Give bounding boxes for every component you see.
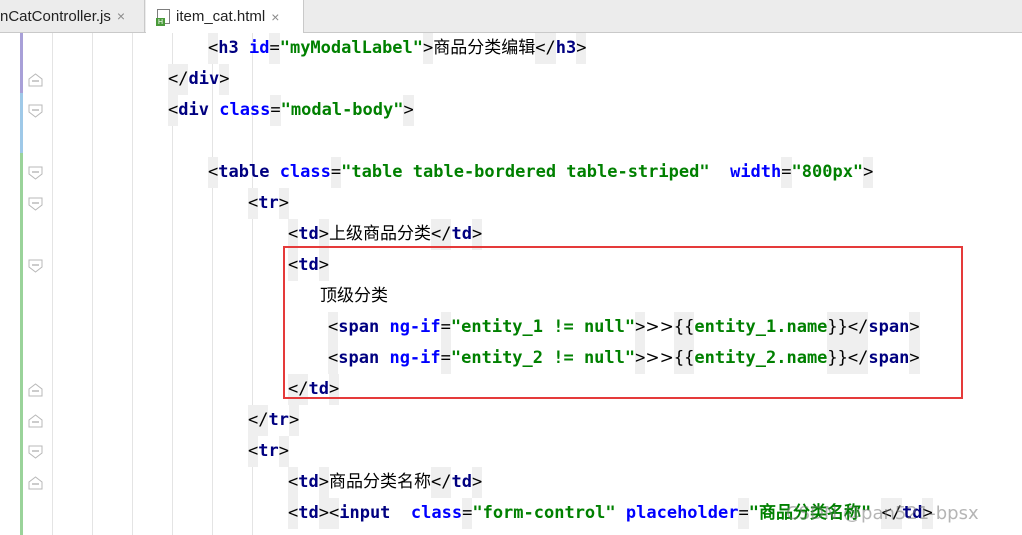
code-token: < (208, 157, 219, 188)
code-token: width (730, 162, 782, 182)
code-token: tr (268, 410, 289, 430)
close-tab-icon[interactable]: × (117, 8, 125, 24)
fold-marker-icon[interactable] (28, 414, 43, 428)
code-token: placeholder (625, 503, 739, 523)
code-token: = (462, 498, 473, 529)
fold-marker-icon[interactable] (28, 445, 43, 459)
indent-guide (132, 33, 133, 535)
code-token: td (451, 472, 472, 492)
code-token: input (339, 503, 391, 523)
fold-marker-icon[interactable] (28, 166, 43, 180)
code-token: < (288, 498, 299, 529)
code-token: < (288, 467, 299, 498)
code-token: = (781, 157, 792, 188)
code-line: <table class="table table-bordered table… (208, 157, 874, 188)
code-token: 商品分类编辑 (433, 38, 536, 58)
watermark: CSDN @pan521-bpsx (786, 503, 979, 524)
vcs-change-marker (20, 93, 23, 153)
tab-controller-js[interactable]: nCatController.js × (0, 0, 145, 32)
fold-marker-icon[interactable] (28, 383, 43, 397)
fold-marker-icon[interactable] (28, 259, 43, 273)
code-token: > (318, 467, 329, 498)
code-token: > (576, 33, 587, 64)
code-token: tr (258, 441, 279, 461)
code-token: < (208, 33, 219, 64)
code-token: h3 (555, 38, 577, 58)
code-token: < (248, 436, 259, 467)
code-line: <tr> (248, 188, 289, 219)
code-token: > (278, 436, 289, 467)
html-file-icon: H (156, 8, 170, 26)
code-token: > (318, 498, 329, 529)
tab-item-cat-html[interactable]: H item_cat.html × (146, 0, 304, 33)
code-line: <h3 id="myModalLabel">商品分类编辑</h3> (208, 33, 587, 64)
code-token: "800px" (791, 162, 864, 182)
code-token: > (278, 188, 289, 219)
indent-guide (92, 33, 93, 535)
code-line: <td>商品分类名称</td> (288, 467, 483, 498)
code-line: <tr> (248, 436, 289, 467)
editor-tab-bar: nCatController.js × H item_cat.html × (0, 0, 1022, 33)
code-token: = (738, 498, 749, 529)
code-editor[interactable]: <h3 id="myModalLabel">商品分类编辑</h3> </div> <… (0, 33, 1022, 535)
code-token: id (248, 38, 270, 58)
code-token: class (219, 100, 271, 120)
code-token: > (219, 64, 230, 95)
code-line: </tr> (248, 405, 300, 436)
code-token: </ (168, 64, 189, 95)
code-token: "modal-body" (280, 100, 404, 120)
code-token: table (218, 162, 270, 182)
tab-label: item_cat.html (176, 8, 266, 25)
gutter (0, 33, 22, 535)
close-tab-icon[interactable]: × (271, 9, 279, 25)
fold-marker-icon[interactable] (28, 104, 43, 118)
code-token: < (328, 498, 340, 529)
code-token: "table table-bordered table-striped" (341, 162, 710, 182)
code-token: h3 (218, 38, 239, 58)
tab-label: nCatController.js (0, 7, 111, 25)
code-token: = (270, 95, 281, 126)
code-token: </ (535, 33, 556, 64)
code-token: > (423, 33, 434, 64)
fold-marker-icon[interactable] (28, 476, 43, 490)
code-token: tr (258, 193, 279, 213)
code-token: 商品分类名称 (328, 472, 431, 492)
code-token: = (269, 33, 280, 64)
code-token: < (168, 95, 179, 126)
code-token: </ (430, 467, 452, 498)
code-token: > (403, 95, 414, 126)
code-token: td (298, 503, 319, 523)
code-token: class (279, 162, 331, 182)
code-token: </ (248, 405, 269, 436)
code-line: </div> (168, 64, 230, 95)
fold-marker-icon[interactable] (28, 73, 43, 87)
code-token: > (471, 467, 483, 498)
vcs-change-marker (20, 33, 23, 93)
code-token: "myModalLabel" (279, 38, 424, 58)
code-token: td (298, 472, 319, 492)
code-token: < (248, 188, 259, 219)
indent-guide (52, 33, 53, 535)
code-token: = (330, 157, 342, 188)
code-token: > (863, 157, 874, 188)
code-token: > (288, 405, 300, 436)
code-token: class (410, 503, 463, 523)
code-token: div (188, 69, 220, 89)
highlight-box (283, 246, 963, 399)
code-token: div (178, 100, 209, 120)
code-token: "form-control" (472, 503, 616, 523)
code-line: <div class="modal-body"> (168, 95, 414, 126)
vcs-change-marker (20, 153, 23, 535)
fold-marker-icon[interactable] (28, 197, 43, 211)
